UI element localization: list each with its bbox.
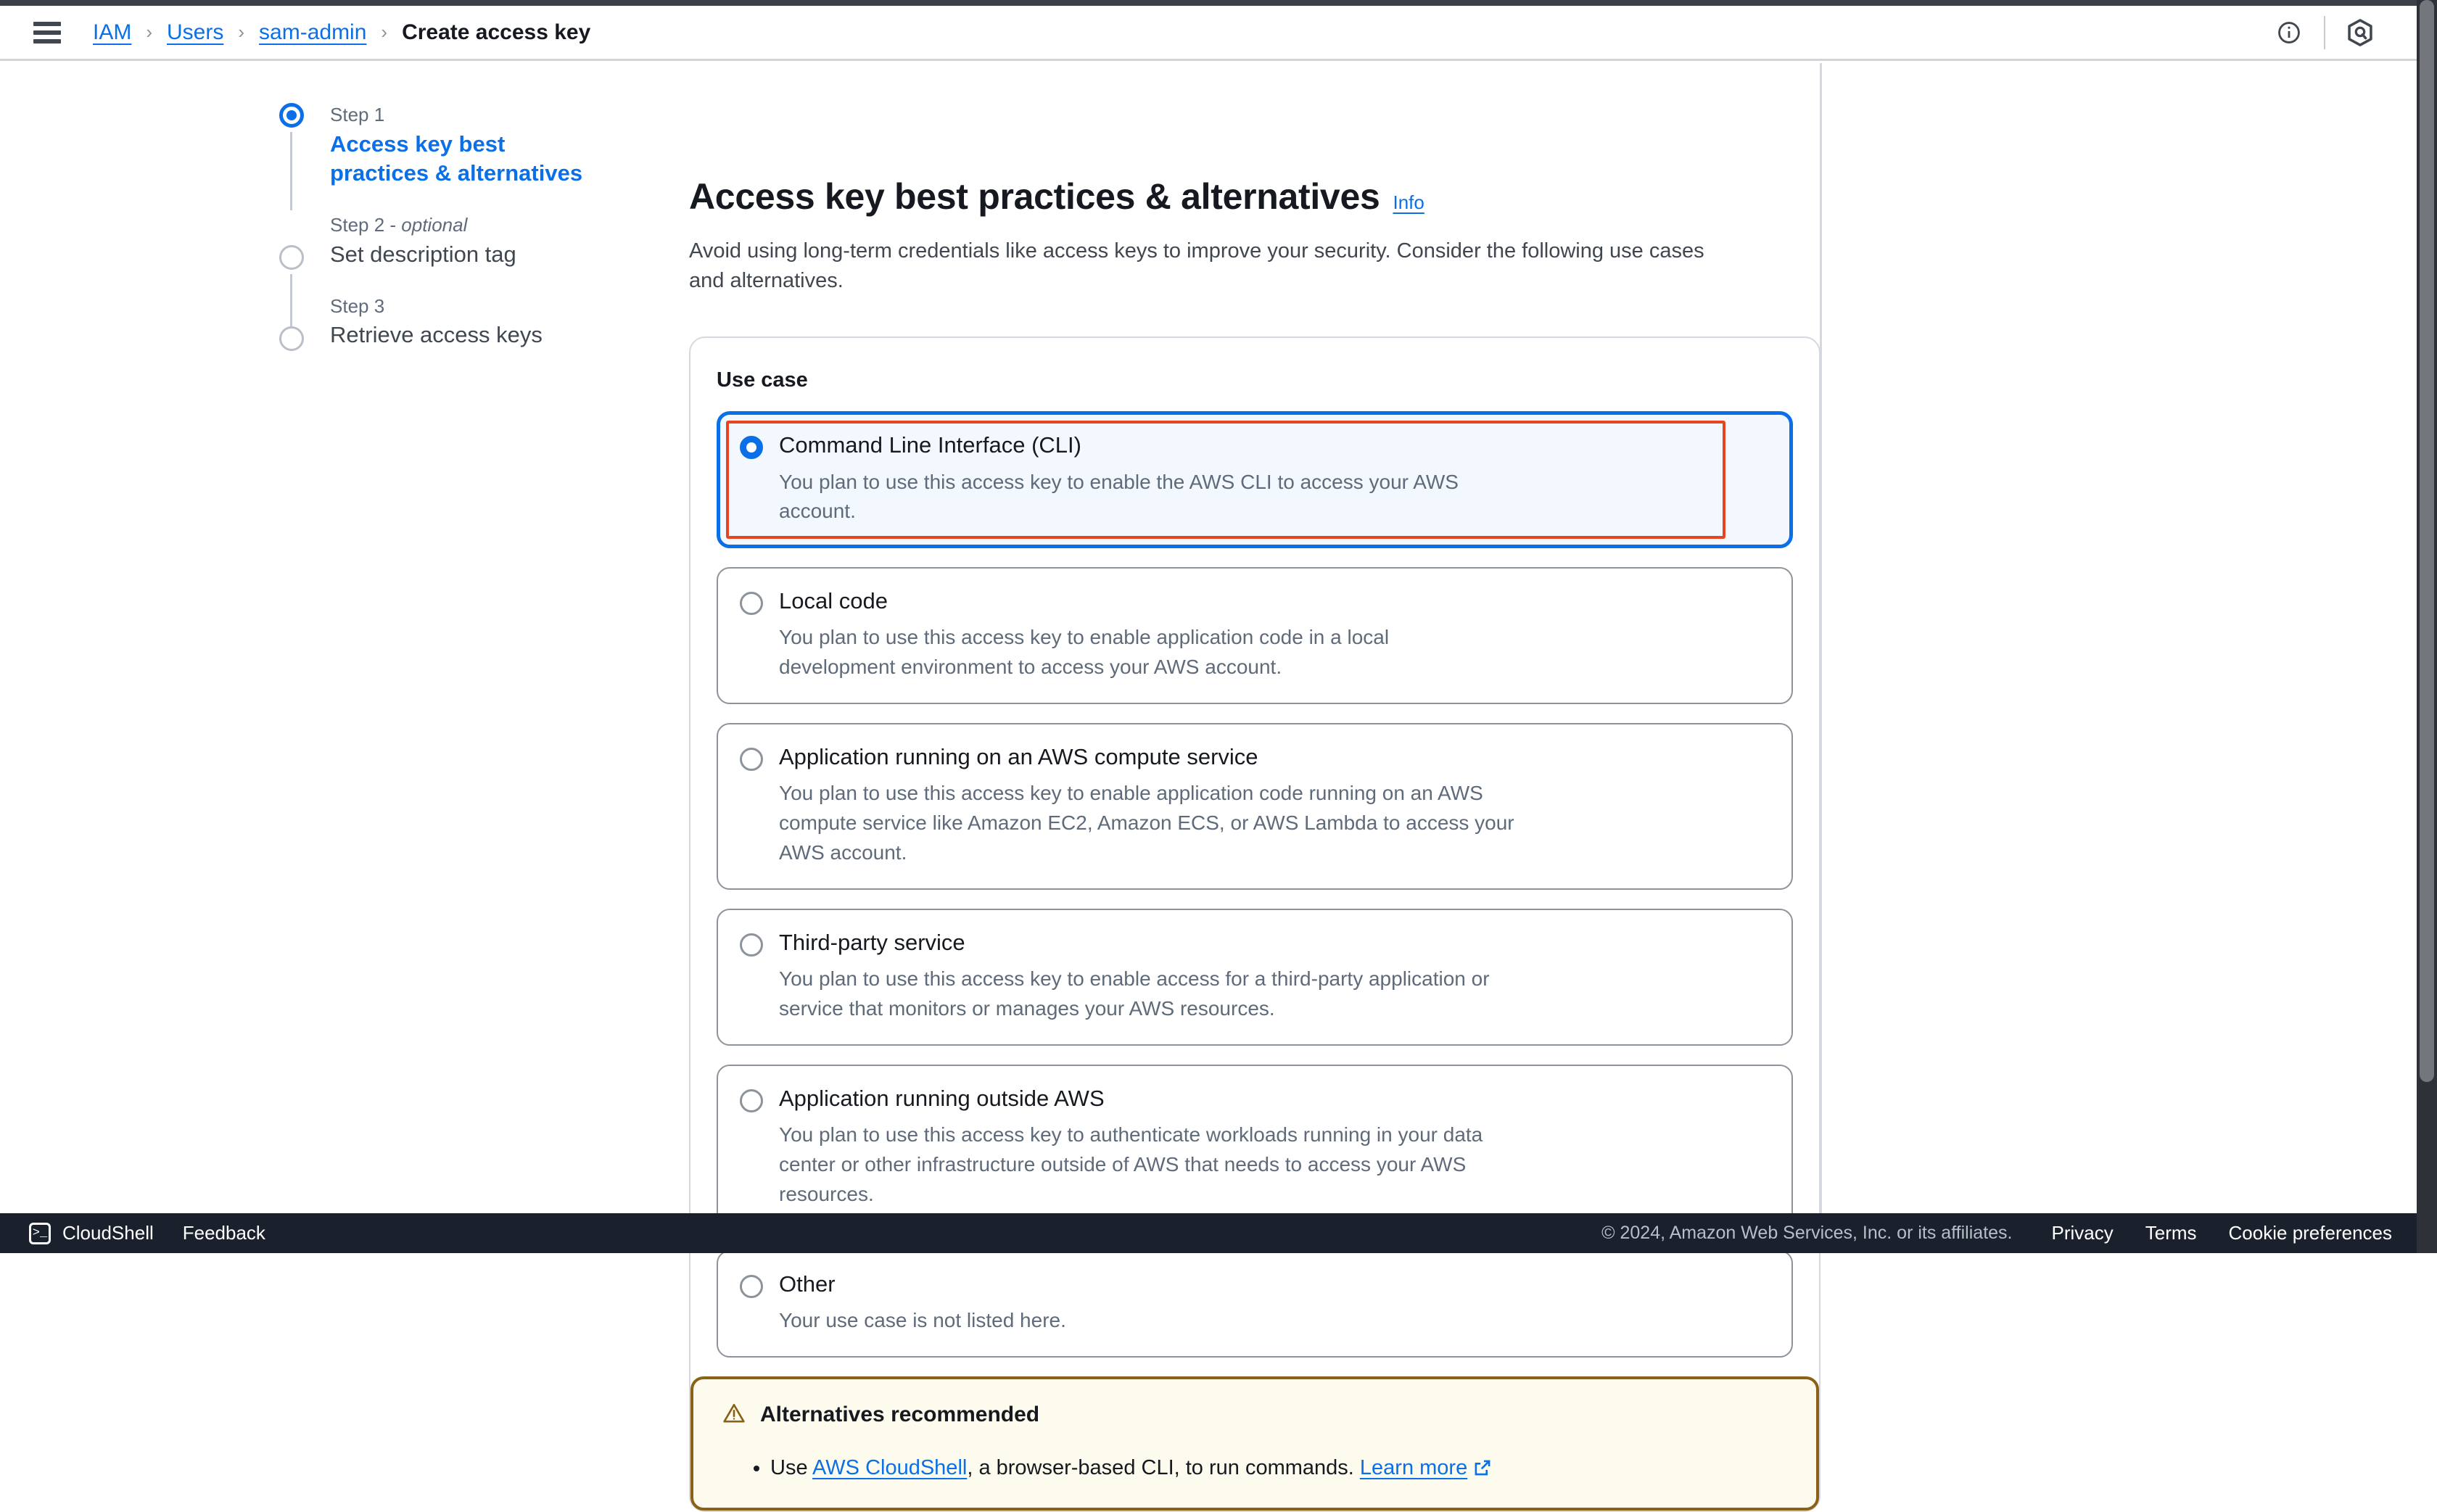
option-description: You plan to use this access key to enabl… [779, 964, 1519, 1024]
breadcrumb-separator-icon: › [146, 21, 152, 44]
breadcrumb-item-sam-admin[interactable]: sam-admin [259, 20, 366, 45]
alert-bullet-item: Use AWS CloudShell, a browser-based CLI,… [770, 1453, 1787, 1486]
radio-local-code[interactable] [740, 592, 763, 615]
use-case-option-outside-aws[interactable]: Application running outside AWS You plan… [717, 1065, 1793, 1231]
aws-cloudshell-link[interactable]: AWS CloudShell [812, 1456, 967, 1479]
info-circle-icon[interactable] [2261, 5, 2317, 60]
learn-more-link[interactable]: Learn more [1360, 1456, 1467, 1479]
footer-right-group: © 2024, Amazon Web Services, Inc. or its… [1601, 1213, 2408, 1253]
option-description: You plan to use this access key to enabl… [779, 779, 1519, 868]
hamburger-icon[interactable] [33, 22, 61, 44]
radio-other[interactable] [740, 1275, 763, 1298]
cloudshell-terminal-icon: >_ [29, 1223, 51, 1244]
feedback-button[interactable]: Feedback [167, 1213, 281, 1253]
breadcrumb-item-users[interactable]: Users [167, 20, 223, 45]
option-label: Application running outside AWS [779, 1085, 1770, 1112]
radio-aws-compute[interactable] [740, 748, 763, 771]
step-marker-inactive [279, 245, 304, 270]
use-case-option-local-code[interactable]: Local code You plan to use this access k… [717, 567, 1793, 704]
step-2-kicker-optional: optional [401, 214, 467, 236]
use-case-option-cli[interactable]: Command Line Interface (CLI) You plan to… [717, 411, 1793, 548]
step-3-kicker: Step 3 [330, 294, 584, 318]
option-label: Third-party service [779, 929, 1770, 956]
cloudshell-button[interactable]: >_ CloudShell [16, 1213, 167, 1253]
warning-triangle-icon [722, 1402, 746, 1428]
alert-header: Alternatives recommended [722, 1402, 1787, 1428]
use-case-option-third-party[interactable]: Third-party service You plan to use this… [717, 909, 1793, 1046]
breadcrumb: IAM › Users › sam-admin › Create access … [93, 20, 590, 45]
bullet-prefix-text: Use [770, 1456, 812, 1479]
radio-outside-aws[interactable] [740, 1089, 763, 1112]
use-case-card: Use case Command Line Interface (CLI) Yo… [689, 336, 1820, 1512]
topbar-divider [2324, 16, 2325, 49]
terms-link[interactable]: Terms [2129, 1213, 2213, 1253]
alert-title: Alternatives recommended [760, 1402, 1039, 1427]
use-case-option-aws-compute[interactable]: Application running on an AWS compute se… [717, 723, 1793, 890]
wizard-stepper: Step 1 Access key best practices & alter… [279, 103, 584, 350]
cookie-preferences-link[interactable]: Cookie preferences [2213, 1213, 2408, 1253]
footer-bar: >_ CloudShell Feedback © 2024, Amazon We… [0, 1213, 2437, 1253]
copyright-text: © 2024, Amazon Web Services, Inc. or its… [1601, 1223, 2012, 1244]
main-panel: Access key best practices & alternatives… [689, 63, 1820, 1512]
breadcrumb-item-current: Create access key [402, 20, 590, 45]
content-right-divider [1820, 63, 1822, 1213]
step-1-title: Access key best practices & alternatives [330, 130, 584, 189]
step-2-title: Set description tag [330, 240, 584, 270]
stepper-step-3[interactable]: Step 3 Retrieve access keys [279, 294, 584, 350]
radio-cli[interactable] [740, 436, 763, 459]
step-3-title: Retrieve access keys [330, 321, 584, 350]
page-scrollbar-thumb[interactable] [2420, 0, 2434, 1082]
step-marker-inactive [279, 326, 304, 351]
use-case-option-other[interactable]: Other Your use case is not listed here. [717, 1250, 1793, 1358]
top-navigation-bar: IAM › Users › sam-admin › Create access … [0, 6, 2417, 61]
step-marker-active [279, 103, 304, 128]
alert-bullet-list: Use AWS CloudShell, a browser-based CLI,… [722, 1453, 1787, 1486]
option-description: You plan to use this access key to enabl… [779, 623, 1410, 682]
stepper-step-1[interactable]: Step 1 Access key best practices & alter… [279, 103, 584, 189]
cloudshell-label: CloudShell [62, 1213, 154, 1253]
option-label: Other [779, 1271, 1770, 1297]
option-description: You plan to use this access key to enabl… [779, 468, 1519, 527]
step-2-kicker: Step 2 - optional [330, 213, 584, 237]
content-area: Step 1 Access key best practices & alter… [0, 63, 2417, 1213]
radio-third-party[interactable] [740, 933, 763, 957]
stepper-step-2[interactable]: Step 2 - optional Set description tag [279, 213, 584, 269]
external-link-icon[interactable] [1473, 1455, 1492, 1486]
aws-q-hexagon-icon[interactable] [2333, 5, 2388, 60]
topbar-actions [2261, 5, 2388, 60]
breadcrumb-separator-icon: › [238, 21, 244, 44]
step-2-kicker-text: Step 2 - [330, 214, 401, 236]
use-case-label: Use case [717, 368, 1793, 392]
step-1-kicker: Step 1 [330, 103, 584, 127]
page-description: Avoid using long-term credentials like a… [689, 236, 1733, 296]
breadcrumb-item-iam[interactable]: IAM [93, 20, 131, 45]
option-label: Application running on an AWS compute se… [779, 743, 1770, 770]
breadcrumb-separator-icon: › [381, 21, 387, 44]
info-link[interactable]: Info [1393, 191, 1424, 214]
browser-chrome-edge [0, 0, 2437, 6]
step-connector-line [290, 132, 292, 210]
bullet-middle-text: , a browser-based CLI, to run commands. [967, 1456, 1360, 1479]
page-scrollbar-track[interactable] [2417, 0, 2437, 1253]
option-description: You plan to use this access key to authe… [779, 1120, 1519, 1210]
option-description: Your use case is not listed here. [779, 1306, 1519, 1336]
footer-left-group: >_ CloudShell Feedback [16, 1213, 281, 1253]
option-label: Local code [779, 587, 1770, 614]
option-label: Command Line Interface (CLI) [779, 431, 1770, 458]
privacy-link[interactable]: Privacy [2036, 1213, 2129, 1253]
page-title-row: Access key best practices & alternatives… [689, 175, 1820, 218]
page-title: Access key best practices & alternatives [689, 175, 1380, 218]
alternatives-alert: Alternatives recommended Use AWS CloudSh… [690, 1376, 1819, 1511]
